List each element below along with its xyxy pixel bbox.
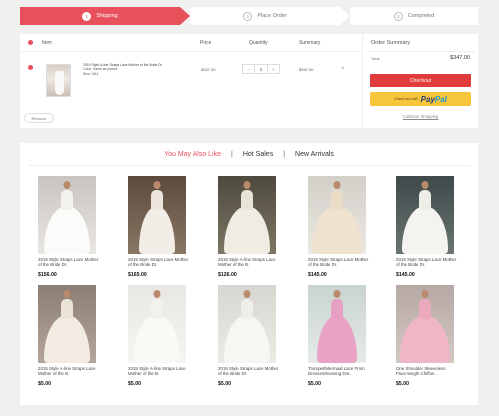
step-place-order: 2 Place Order — [190, 7, 340, 25]
order-summary-title: Order Summary — [371, 40, 411, 46]
continue-shopping-link[interactable]: Continue Shopping — [363, 114, 478, 119]
cart-header: Item Price Quantity Summary — [20, 34, 362, 52]
step-arrow — [180, 7, 190, 25]
product-name[interactable]: One Shoulder Sleeveless Floor-length Chi… — [396, 366, 458, 377]
cart-panel: Item Price Quantity Summary 2015 Style A… — [20, 34, 362, 128]
order-summary-panel: Order Summary Total $347.00 Checkout Che… — [363, 34, 478, 128]
select-all-checkbox[interactable] — [28, 40, 33, 45]
total-label: Total — [371, 56, 380, 61]
product-price: $145.00 — [396, 272, 415, 278]
quantity-input[interactable]: 1 — [254, 65, 268, 73]
product-image[interactable] — [308, 176, 366, 254]
quantity-increase-button[interactable]: + — [268, 65, 279, 73]
tab-hot-sales[interactable]: Hot Sales — [243, 151, 273, 158]
cart-item-description: 2015 Style A-line Straps Lace Mother of … — [83, 63, 173, 76]
product-name[interactable]: Trumpet/Mermaid Lace From Dresses/Evenin… — [308, 366, 370, 377]
product-name[interactable]: 2015 Style A-line Straps Lace Mother of … — [218, 257, 280, 268]
checkout-progress: 1 Shipping 2 Place Order 3 Completed — [20, 7, 478, 25]
step-number: 2 — [243, 11, 253, 21]
product-price: $165.00 — [128, 272, 147, 278]
product-image[interactable] — [396, 176, 454, 254]
tab-separator: | — [231, 150, 233, 158]
remove-item-icon[interactable]: × — [341, 66, 345, 72]
remove-button[interactable]: Remove — [24, 113, 54, 123]
product-price: $145.00 — [308, 272, 327, 278]
product-name[interactable]: 2015 Style Straps Lace Mother of the Bri… — [128, 257, 190, 268]
cart-item-summary: $347.00 — [299, 67, 314, 72]
recommendation-tabs: You May Also Like | Hot Sales | New Arri… — [20, 143, 478, 165]
product-price: $126.00 — [218, 272, 237, 278]
paypal-prefix: Check out with — [394, 97, 418, 101]
product-name[interactable]: 2015 Style A-line Straps Lace Mother of … — [128, 366, 190, 377]
product-image[interactable] — [128, 176, 186, 254]
product-name[interactable]: 2015 Style Straps Lace Mother of the Bri… — [218, 366, 280, 377]
tab-new-arrivals[interactable]: New Arrivals — [295, 151, 334, 158]
product-image[interactable] — [218, 176, 276, 254]
paypal-logo-pay: Pay — [420, 94, 435, 104]
step-shipping: 1 Shipping — [20, 7, 180, 25]
product-image[interactable] — [38, 285, 96, 363]
product-price: $5.00 — [218, 381, 231, 387]
product-name[interactable]: 2015 Style Straps Lace Mother of the Bri… — [308, 257, 370, 268]
item-select-checkbox[interactable] — [28, 65, 33, 70]
product-name[interactable]: 2015 Style A-line Straps Lace Mother of … — [38, 366, 100, 377]
divider — [368, 51, 475, 52]
step-arrow — [340, 7, 350, 25]
recommendations-panel: You May Also Like | Hot Sales | New Arri… — [20, 143, 478, 405]
column-quantity: Quantity — [249, 40, 268, 46]
divider — [28, 165, 470, 166]
paypal-checkout-button[interactable]: Check out with PayPal — [370, 92, 471, 106]
step-number: 1 — [82, 11, 92, 21]
tab-you-may-also-like[interactable]: You May Also Like — [164, 151, 221, 158]
column-price: Price — [200, 40, 212, 46]
column-item: Item — [42, 40, 52, 46]
step-label: Place Order — [257, 13, 287, 19]
product-price: $156.00 — [38, 272, 57, 278]
column-summary: Summary — [299, 40, 321, 46]
quantity-decrease-button[interactable]: − — [243, 65, 254, 73]
tab-separator: | — [283, 150, 286, 158]
total-value: $347.00 — [450, 55, 470, 61]
product-name[interactable]: 2015 Style Straps Lace Mother of the Bri… — [396, 257, 458, 268]
product-image[interactable] — [128, 285, 186, 363]
cart-item-size: Size: US4 — [83, 71, 99, 76]
product-image[interactable] — [218, 285, 276, 363]
product-price: $5.00 — [396, 381, 409, 387]
product-image[interactable] — [38, 176, 96, 254]
product-image[interactable] — [308, 285, 366, 363]
step-label: Completed — [407, 13, 435, 19]
product-price: $5.00 — [38, 381, 51, 387]
paypal-logo-pal: Pal — [434, 94, 447, 104]
quantity-stepper: − 1 + — [242, 64, 280, 74]
cart-item-price: $347.00 — [201, 67, 216, 72]
product-image[interactable] — [396, 285, 454, 363]
step-completed: 3 Completed — [350, 7, 478, 25]
step-number: 3 — [393, 11, 403, 21]
checkout-button[interactable]: Checkout — [370, 74, 471, 87]
cart-item-image[interactable] — [46, 64, 71, 97]
paypal-logo: PayPal — [421, 95, 447, 104]
product-price: $5.00 — [308, 381, 321, 387]
step-label: Shipping — [96, 13, 118, 19]
product-price: $5.00 — [128, 381, 141, 387]
product-name[interactable]: 2015 Style Straps Lace Mother of the Bri… — [38, 257, 100, 268]
